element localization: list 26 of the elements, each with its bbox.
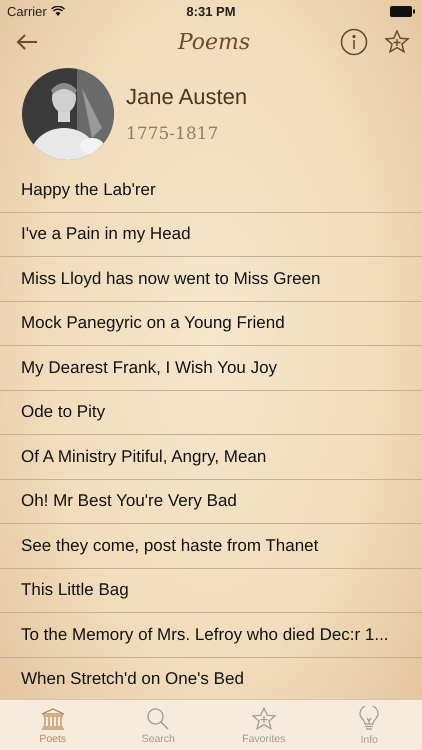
poem-list-item[interactable]: Oh! Mr Best You're Very Bad — [0, 480, 422, 524]
nav-title: Poems — [176, 30, 252, 54]
clock-time: 8:31 PM — [186, 4, 236, 18]
poet-name: Jane Austen — [126, 84, 248, 110]
battery-icon — [390, 6, 415, 16]
poem-list-item[interactable]: My Dearest Frank, I Wish You Joy — [0, 346, 422, 390]
poem-list-item[interactable]: This Little Bag — [0, 568, 422, 613]
poem-list-item[interactable]: Ode to Pity — [0, 390, 422, 435]
poem-list-item[interactable]: See they come, post haste from Thanet — [0, 524, 422, 568]
poem-list-item[interactable]: When Stretch'd on One's Bed — [0, 658, 422, 699]
favorite-add-button[interactable] — [384, 30, 410, 54]
poet-years: 1775-1817 — [126, 124, 220, 144]
museum-icon — [40, 707, 66, 731]
back-button[interactable] — [16, 33, 38, 51]
wifi-icon — [50, 6, 65, 16]
info-button[interactable] — [340, 28, 368, 56]
star-plus-icon — [250, 707, 277, 731]
poem-list-item[interactable]: I've a Pain in my Head — [0, 212, 422, 257]
poem-list-item[interactable]: To the Memory of Mrs. Lefroy who died Dec:r 1... — [0, 613, 422, 658]
search-icon — [146, 707, 170, 731]
poem-list-item[interactable]: Happy the Lab'rer — [0, 168, 422, 212]
poem-list-item[interactable]: Miss Lloyd has now went to Miss Green — [0, 257, 422, 302]
lightbulb-icon — [359, 706, 380, 732]
poem-list-item[interactable]: Mock Panegyric on a Young Friend — [0, 302, 422, 346]
poem-list-item[interactable]: Of A Ministry Pitiful, Angry, Mean — [0, 435, 422, 480]
carrier-label: Carrier — [7, 4, 47, 18]
